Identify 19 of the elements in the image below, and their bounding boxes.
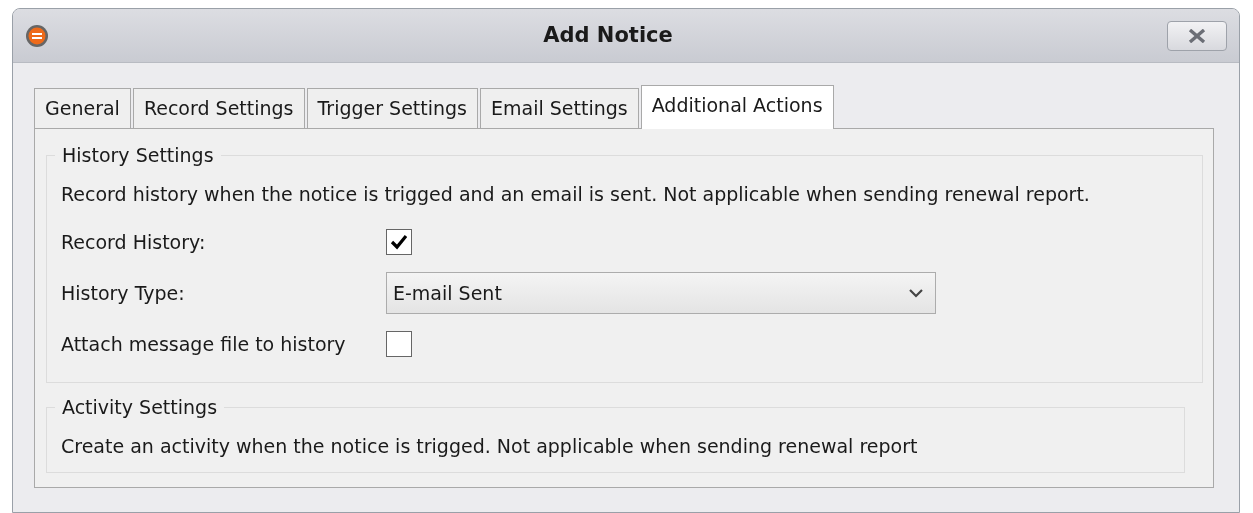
field-label: Record History: <box>61 229 207 255</box>
check-icon <box>390 234 408 250</box>
checkbox[interactable] <box>386 229 412 255</box>
field-label: History Type: <box>61 280 186 306</box>
tab[interactable]: Additional Actions <box>640 85 834 129</box>
description-text: Create an activity when the notice is trigged. Not applicable when sending renewal report <box>61 433 919 459</box>
tab[interactable]: Email Settings <box>480 88 639 128</box>
window-title: Add Notice <box>542 21 674 49</box>
app-icon <box>25 23 49 48</box>
close-button[interactable] <box>1167 20 1227 51</box>
description-text: Record history when the notice is trigged and an email is sent. Not applicable when sending renewal report. <box>61 182 1091 207</box>
tab[interactable]: Trigger Settings <box>306 88 478 128</box>
caret-icon <box>909 288 923 298</box>
close-icon <box>1188 28 1206 43</box>
checkbox[interactable] <box>386 331 412 357</box>
field-label: Attach message file to history <box>61 331 347 357</box>
tab[interactable]: Record Settings <box>132 88 305 128</box>
tab[interactable]: General <box>34 88 131 128</box>
history-type-dropdown[interactable]: E-mail Sent <box>386 272 936 314</box>
